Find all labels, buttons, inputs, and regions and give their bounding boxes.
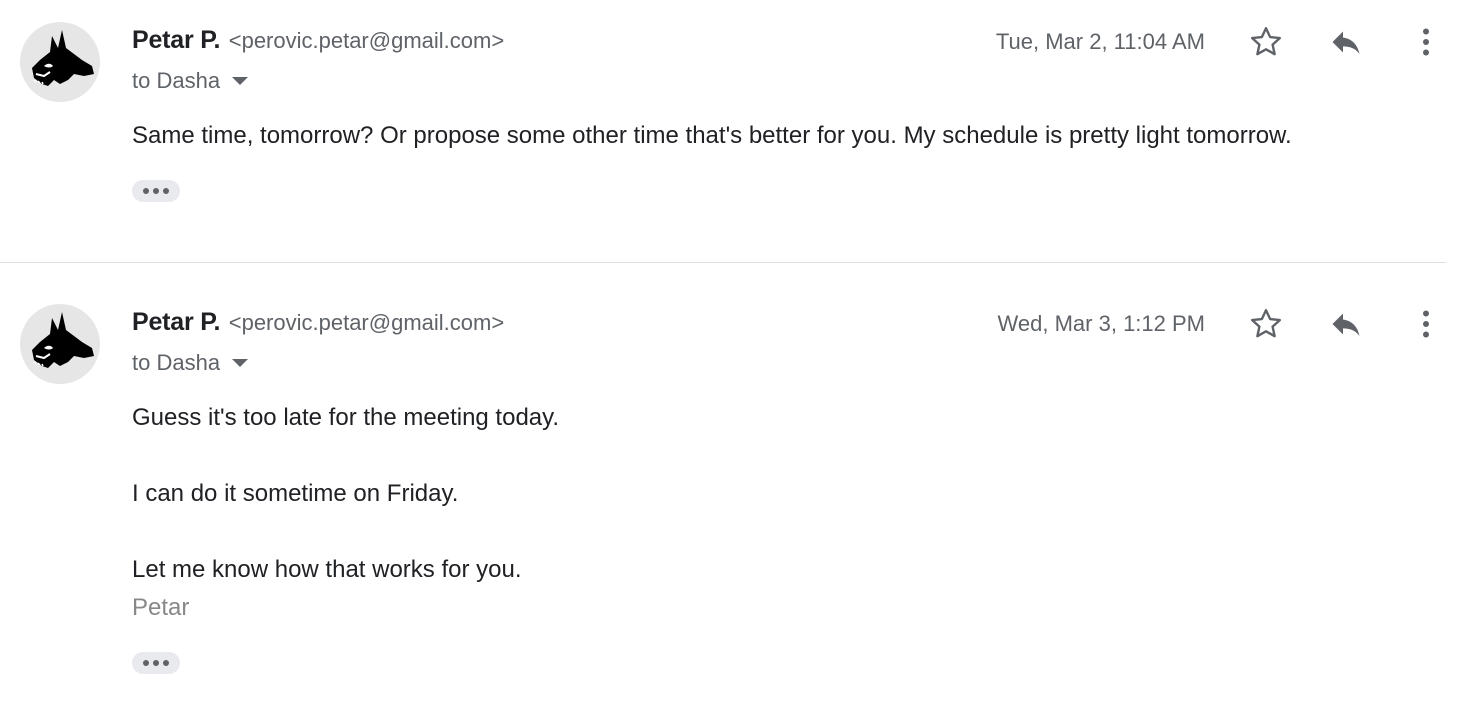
reply-button[interactable] (1326, 304, 1366, 344)
message-body-line: Guess it's too late for the meeting toda… (132, 404, 560, 431)
ellipsis-dot (143, 660, 149, 666)
recipient-details-toggle[interactable]: to Dasha (132, 350, 249, 376)
star-button[interactable] (1246, 22, 1286, 62)
more-vert-icon (1423, 28, 1429, 56)
donkey-avatar-icon (32, 30, 94, 86)
sender-line: Petar P. <perovic.petar@gmail.com> (132, 308, 504, 337)
reply-icon (1332, 31, 1360, 54)
show-trimmed-content-button[interactable] (132, 652, 180, 674)
star-outline-icon (1251, 27, 1281, 56)
donkey-avatar-icon (32, 312, 94, 368)
sender-line: Petar P. <perovic.petar@gmail.com> (132, 26, 504, 55)
caret-down-icon[interactable] (232, 359, 249, 367)
sender-name[interactable]: Petar P. (132, 308, 220, 336)
recipient-label: to Dasha (132, 350, 221, 375)
ellipsis-dot (163, 660, 169, 666)
message-date[interactable]: Wed, Mar 3, 1:12 PM (998, 311, 1205, 337)
sender-avatar[interactable] (20, 304, 100, 384)
star-button[interactable] (1246, 304, 1286, 344)
caret-down-icon[interactable] (232, 77, 249, 85)
message-body: Same time, tomorrow? Or propose some oth… (132, 122, 1292, 149)
recipient-details-toggle[interactable]: to Dasha (132, 68, 249, 94)
star-outline-icon (1251, 309, 1281, 338)
email-message: Petar P. <perovic.petar@gmail.com> to Da… (0, 0, 1446, 262)
recipient-label: to Dasha (132, 68, 221, 93)
ellipsis-dot (143, 188, 149, 194)
sender-avatar[interactable] (20, 22, 100, 102)
ellipsis-dot (153, 188, 159, 194)
sender-name[interactable]: Petar P. (132, 26, 220, 54)
message-body-line: I can do it sometime on Friday. (132, 480, 459, 507)
more-vert-icon (1423, 310, 1429, 338)
ellipsis-dot (163, 188, 169, 194)
sender-email: <perovic.petar@gmail.com> (228, 310, 505, 335)
reply-button[interactable] (1326, 22, 1366, 62)
sender-email: <perovic.petar@gmail.com> (228, 28, 505, 53)
message-date[interactable]: Tue, Mar 2, 11:04 AM (996, 29, 1205, 55)
email-message: Petar P. <perovic.petar@gmail.com> to Da… (0, 282, 1446, 716)
message-signature: Petar (132, 594, 190, 621)
reply-icon (1332, 313, 1360, 336)
show-trimmed-content-button[interactable] (132, 180, 180, 202)
more-options-button[interactable] (1406, 22, 1446, 62)
ellipsis-dot (153, 660, 159, 666)
message-body-line: Let me know how that works for you. (132, 556, 522, 583)
message-divider (0, 262, 1446, 263)
more-options-button[interactable] (1406, 304, 1446, 344)
